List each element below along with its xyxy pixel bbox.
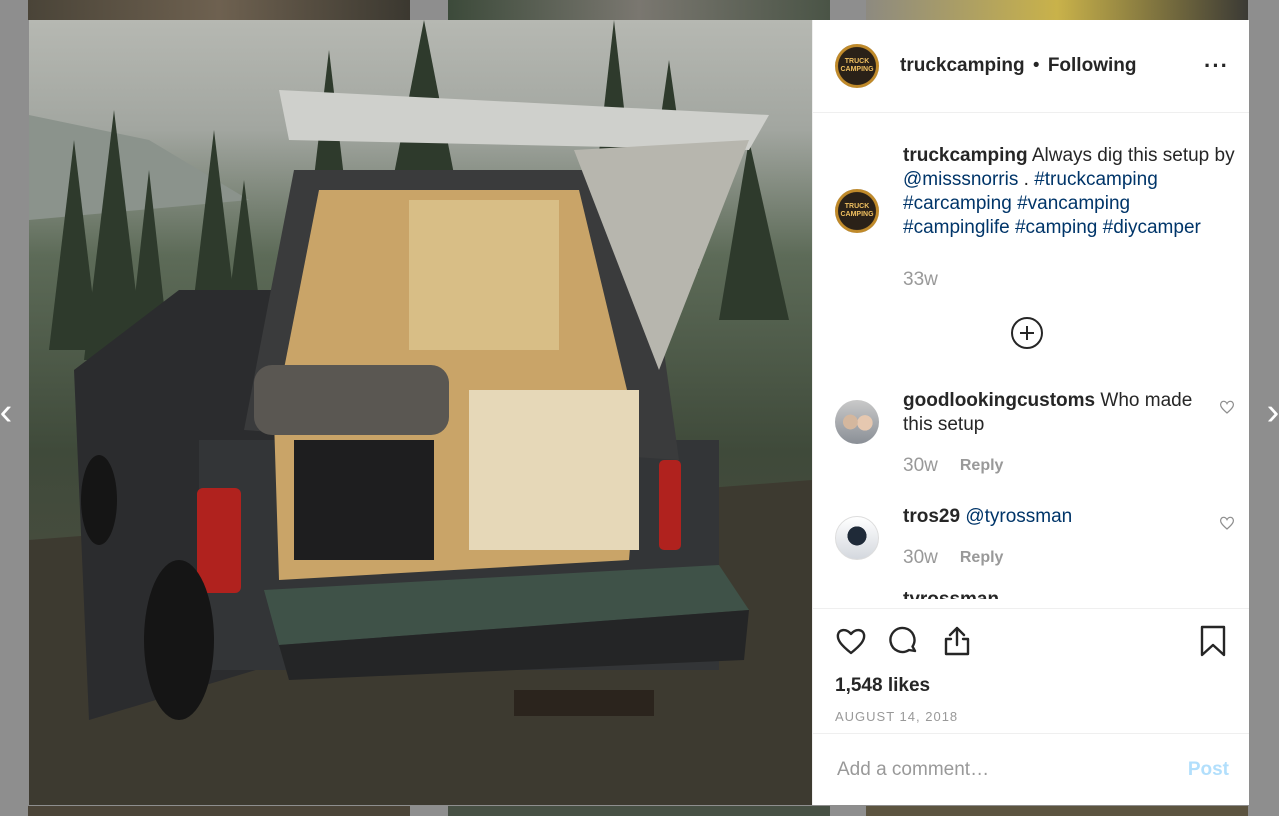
hashtag-link[interactable]: #vancamping <box>1017 193 1130 214</box>
previous-post-arrow[interactable]: ‹ <box>0 392 16 432</box>
caption-punct: . <box>1018 169 1035 190</box>
header-username[interactable]: truckcamping <box>900 55 1025 76</box>
hashtag-link[interactable]: #campinglife <box>903 217 1010 238</box>
mention-link[interactable]: @misssnorris <box>903 169 1018 190</box>
background-thumbnail <box>866 0 1248 20</box>
comment-username[interactable]: goodlookingcustoms <box>903 390 1095 411</box>
avatar[interactable] <box>835 400 879 444</box>
background-thumbnail <box>448 806 830 816</box>
follow-button[interactable]: Following <box>1048 55 1137 76</box>
add-comment-bar: Post <box>813 733 1249 805</box>
likes-count[interactable]: 1,548 likes <box>835 675 1229 697</box>
comment-text: tros29 @tyrossman <box>903 505 1199 529</box>
hashtag-link[interactable]: #diycamper <box>1103 217 1201 238</box>
hashtag-link[interactable]: #truckcamping <box>1034 169 1158 190</box>
comment-item: tros29 @tyrossman 30w Reply <box>835 505 1235 569</box>
post-button[interactable]: Post <box>1188 759 1229 781</box>
comment-time[interactable]: 30w <box>903 455 938 477</box>
add-circle-icon[interactable] <box>1011 317 1043 349</box>
background-thumbnail <box>866 806 1248 816</box>
reply-button[interactable]: Reply <box>960 457 1004 475</box>
small-heart-icon[interactable] <box>1219 399 1235 415</box>
header-username-block: truckcamping • Following <box>900 55 1204 77</box>
post-actions: 1,548 likes AUGUST 14, 2018 <box>813 608 1249 733</box>
more-icon[interactable]: ··· <box>1204 53 1229 79</box>
post-sidebar: TRUCK CAMPING truckcamping • Following ·… <box>812 20 1249 805</box>
caption-text: truckcamping Always dig this setup by @m… <box>903 144 1235 240</box>
heart-icon[interactable] <box>835 625 867 657</box>
caption-username[interactable]: truckcamping <box>903 145 1028 166</box>
comments-list[interactable]: TRUCK CAMPING truckcamping Always dig th… <box>813 113 1249 608</box>
caption-body: Always dig this setup by <box>1031 145 1235 166</box>
hashtag-link[interactable]: #camping <box>1015 217 1097 238</box>
comment-time[interactable]: 30w <box>903 547 938 569</box>
truck-camper-photo <box>29 20 812 805</box>
background-thumbnail <box>28 806 410 816</box>
partial-comment-username: tyrossman <box>903 589 1235 599</box>
post-photo[interactable] <box>29 20 812 805</box>
avatar-text: TRUCK <box>844 203 870 210</box>
background-thumbnail <box>448 0 830 20</box>
comment-icon[interactable] <box>888 625 920 657</box>
avatar-text: CAMPING <box>840 66 874 73</box>
follow-separator: • <box>1032 55 1040 76</box>
caption-time[interactable]: 33w <box>903 269 938 291</box>
comment-item: goodlookingcustoms Who made this setup 3… <box>835 389 1235 477</box>
bookmark-icon[interactable] <box>1197 625 1229 657</box>
mention-link[interactable]: @tyrossman <box>965 506 1072 527</box>
small-heart-icon[interactable] <box>1219 515 1235 531</box>
comment-username[interactable]: tros29 <box>903 506 960 527</box>
avatar-text: CAMPING <box>840 211 874 218</box>
avatar[interactable]: TRUCK CAMPING <box>835 189 879 233</box>
post-header: TRUCK CAMPING truckcamping • Following ·… <box>813 20 1249 113</box>
avatar-text: TRUCK <box>844 58 870 65</box>
share-icon[interactable] <box>941 625 973 657</box>
hashtag-link[interactable]: #carcamping <box>903 193 1012 214</box>
avatar[interactable]: TRUCK CAMPING <box>835 44 879 88</box>
reply-button[interactable]: Reply <box>960 549 1004 567</box>
background-thumbnail <box>28 0 410 20</box>
next-post-arrow[interactable]: › <box>1263 392 1279 432</box>
comment-input[interactable] <box>835 757 1188 782</box>
comment-text: goodlookingcustoms Who made this setup <box>903 389 1199 437</box>
post-date[interactable]: AUGUST 14, 2018 <box>835 709 1229 724</box>
post-caption: TRUCK CAMPING truckcamping Always dig th… <box>835 113 1235 291</box>
avatar[interactable] <box>835 516 879 560</box>
post-modal: TRUCK CAMPING truckcamping • Following ·… <box>29 20 1249 805</box>
